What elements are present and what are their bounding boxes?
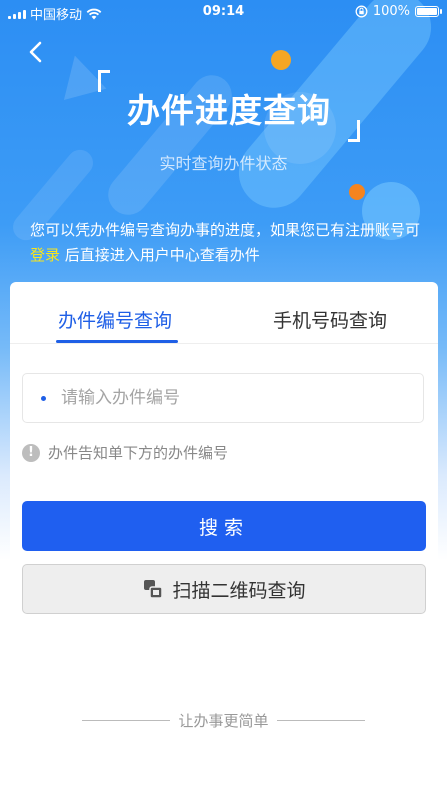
page-title: 办件进度查询: [127, 91, 331, 130]
battery-fill: [417, 8, 437, 15]
intro-text: 您可以凭办件编号查询办事的进度，如果您已有注册账号可 登录 后直接进入用户中心查…: [30, 218, 420, 268]
scan-qr-button[interactable]: 扫描二维码查询: [22, 564, 426, 614]
title-frame: 办件进度查询: [98, 70, 360, 142]
chevron-left-icon: [29, 41, 42, 63]
slogan-text: 让办事更简单: [178, 712, 269, 730]
tab-order-number[interactable]: 办件编号查询: [58, 306, 172, 333]
input-hint: ! 办件告知单下方的办件编号: [22, 442, 228, 463]
status-right: 100%: [355, 4, 442, 19]
battery-percent: 100%: [372, 4, 410, 19]
required-dot-icon: [41, 395, 46, 401]
divider: [82, 720, 171, 721]
page-subtitle: 实时查询办件状态: [159, 154, 288, 173]
order-number-input[interactable]: [61, 388, 401, 408]
login-link[interactable]: 登录: [30, 246, 60, 264]
decor-orange-dot: [271, 50, 291, 70]
tab-phone-number[interactable]: 手机号码查询: [273, 306, 387, 333]
intro-text-after: 后直接进入用户中心查看办件: [64, 246, 260, 264]
hint-text: 办件告知单下方的办件编号: [48, 444, 229, 462]
search-button[interactable]: 搜索: [22, 501, 426, 551]
query-card: 办件编号查询 手机号码查询 ! 办件告知单下方的办件编号 搜索 扫描二维码查询: [10, 282, 438, 634]
tab-bar: 办件编号查询 手机号码查询: [10, 282, 438, 344]
order-number-field[interactable]: [22, 373, 424, 423]
status-bar: 中国移动 09:14 100%: [0, 0, 447, 24]
exclamation-icon: !: [22, 443, 40, 462]
back-button[interactable]: [22, 38, 50, 66]
footer-slogan: 让办事更简单: [0, 710, 447, 731]
battery-icon: [415, 6, 442, 17]
scan-button-label: 扫描二维码查询: [172, 579, 306, 602]
active-tab-indicator: [56, 340, 178, 343]
qr-scan-icon: [144, 580, 164, 599]
title-bracket-bottom-right: [348, 120, 360, 142]
divider: [276, 720, 365, 721]
decor-orange-dot: [349, 184, 365, 200]
intro-text-before: 您可以凭办件编号查询办事的进度，如果您已有注册账号可: [30, 221, 421, 239]
rotation-lock-icon: [355, 5, 368, 18]
